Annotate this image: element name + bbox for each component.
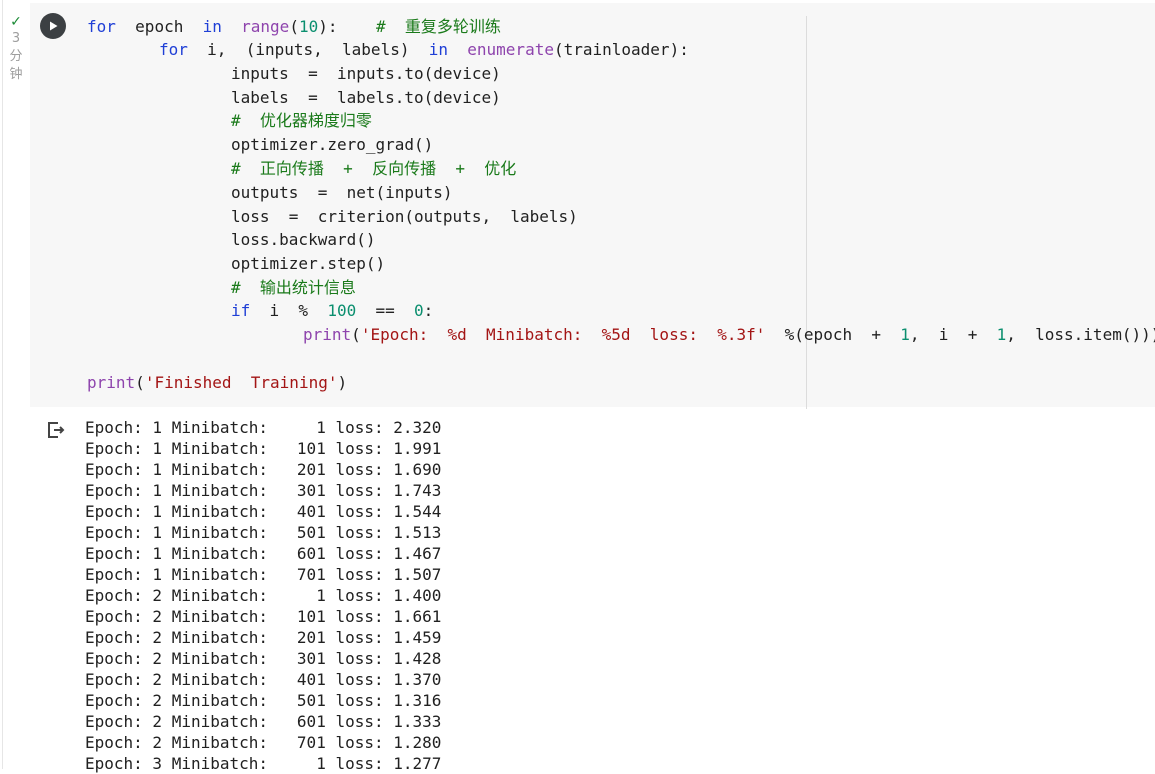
code-token: 100	[327, 301, 357, 320]
code-token: 1	[996, 325, 1007, 344]
check-icon: ✓	[10, 14, 22, 30]
output-line: Epoch: 1 Minibatch: 1 loss: 2.320	[85, 418, 442, 437]
code-line: print('Finished Training')	[87, 373, 347, 393]
code-token: 'Epoch: %d Minibatch: %5d loss: %.3f'	[360, 325, 766, 344]
output-line: Epoch: 2 Minibatch: 1 loss: 1.400	[85, 586, 442, 605]
output-line: Epoch: 2 Minibatch: 301 loss: 1.428	[85, 649, 442, 668]
code-token: print	[87, 373, 136, 392]
code-token: 0	[414, 301, 424, 320]
code-line: # 输出统计信息	[231, 278, 356, 298]
code-line: # 正向传播 + 反向传播 + 优化	[231, 159, 516, 179]
code-line: for i, (inputs, labels) in enumerate(tra…	[159, 40, 689, 60]
execution-status: ✓ 3 分 钟	[7, 14, 25, 84]
output-line: Epoch: 1 Minibatch: 501 loss: 1.513	[85, 523, 442, 542]
exec-time-digit: 3	[11, 31, 21, 46]
gutter-rule	[2, 0, 3, 769]
code-token: 10	[298, 17, 319, 36]
code-token: loss.backward()	[231, 230, 376, 249]
output-line: Epoch: 2 Minibatch: 401 loss: 1.370	[85, 670, 442, 689]
code-line: loss.backward()	[231, 230, 376, 250]
output-line: Epoch: 2 Minibatch: 601 loss: 1.333	[85, 712, 442, 731]
output-line: Epoch: 2 Minibatch: 201 loss: 1.459	[85, 628, 442, 647]
code-token: inputs = inputs.to(device)	[231, 64, 501, 83]
code-token: range	[241, 17, 290, 36]
code-token: (	[289, 17, 299, 36]
code-cell[interactable]	[30, 3, 1155, 409]
code-token: )	[337, 373, 348, 392]
exec-time-unit-2: 钟	[9, 67, 23, 82]
code-token: in	[428, 40, 448, 59]
play-icon	[50, 21, 58, 31]
code-token: i %	[250, 301, 328, 320]
code-token: # 重复多轮训练	[376, 17, 501, 36]
output-line: Epoch: 1 Minibatch: 201 loss: 1.690	[85, 460, 442, 479]
code-line: outputs = net(inputs)	[231, 183, 453, 203]
code-token: , loss.item()))	[1006, 325, 1155, 344]
output-redirect-icon[interactable]	[46, 420, 66, 440]
code-line: loss = criterion(outputs, labels)	[231, 207, 578, 227]
line-length-ruler	[806, 16, 807, 409]
code-token: labels = labels.to(device)	[231, 88, 501, 107]
code-line: if i % 100 == 0:	[231, 301, 433, 321]
code-line: # 优化器梯度归零	[231, 111, 372, 131]
code-token: %(epoch +	[765, 325, 901, 344]
exec-time-unit-1: 分	[9, 49, 23, 64]
code-token: # 优化器梯度归零	[231, 111, 372, 130]
output-line: Epoch: 1 Minibatch: 601 loss: 1.467	[85, 544, 442, 563]
code-token: if	[231, 301, 251, 320]
code-token: # 输出统计信息	[231, 278, 356, 297]
code-token: (trainloader):	[553, 40, 689, 59]
code-line: print('Epoch: %d Minibatch: %5d loss: %.…	[303, 325, 1155, 345]
code-token: , i +	[909, 325, 997, 344]
output-line: Epoch: 2 Minibatch: 501 loss: 1.316	[85, 691, 442, 710]
code-token: i, (inputs, labels)	[187, 40, 429, 59]
output-line: Epoch: 1 Minibatch: 101 loss: 1.991	[85, 439, 442, 458]
code-token: epoch	[115, 17, 203, 36]
code-token: # 正向传播 + 反向传播 + 优化	[231, 159, 517, 178]
code-token: ==	[356, 301, 415, 320]
code-token: enumerate	[467, 40, 554, 59]
output-line: Epoch: 2 Minibatch: 101 loss: 1.661	[85, 607, 442, 626]
code-line: optimizer.step()	[231, 254, 385, 274]
output-line: Epoch: 3 Minibatch: 1 loss: 1.277	[85, 754, 442, 773]
output-line: Epoch: 1 Minibatch: 401 loss: 1.544	[85, 502, 442, 521]
code-token: for	[159, 40, 188, 59]
code-token: 1	[900, 325, 910, 344]
run-cell-button[interactable]	[40, 13, 66, 39]
code-token: loss = criterion(outputs, labels)	[231, 207, 578, 226]
code-token: :	[423, 301, 434, 320]
output-line: Epoch: 1 Minibatch: 301 loss: 1.743	[85, 481, 442, 500]
output-line: Epoch: 1 Minibatch: 701 loss: 1.507	[85, 565, 442, 584]
code-token: optimizer.zero_grad()	[231, 135, 434, 154]
code-token: (	[135, 373, 145, 392]
code-token: ):	[318, 17, 377, 36]
code-line: optimizer.zero_grad()	[231, 135, 433, 155]
code-token: outputs = net(inputs)	[231, 183, 453, 202]
code-token: for	[87, 17, 116, 36]
code-token: optimizer.step()	[231, 254, 386, 273]
code-token: in	[202, 17, 222, 36]
code-token: print	[303, 325, 352, 344]
code-line: labels = labels.to(device)	[231, 88, 501, 108]
output-line: Epoch: 2 Minibatch: 701 loss: 1.280	[85, 733, 442, 752]
code-token: (	[351, 325, 361, 344]
code-token: 'Finished Training'	[144, 373, 338, 392]
code-line: for epoch in range(10): # 重复多轮训练	[87, 17, 501, 37]
code-line: inputs = inputs.to(device)	[231, 64, 501, 84]
